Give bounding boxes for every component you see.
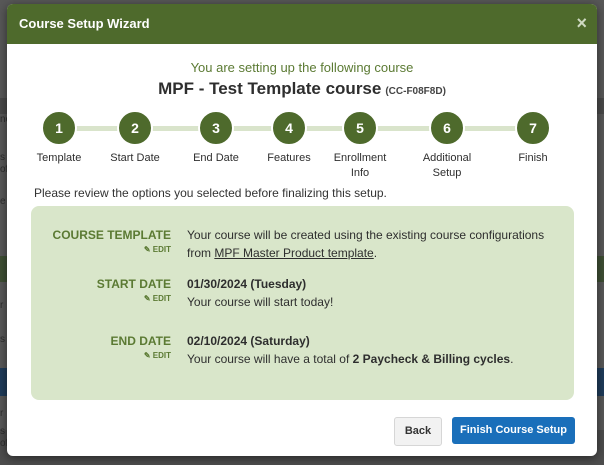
step-number: 6 xyxy=(429,110,465,146)
back-button[interactable]: Back xyxy=(394,417,442,446)
end-date-key: END DATE ✎ EDIT xyxy=(31,334,171,360)
background-text: r xyxy=(0,300,4,311)
step-label: Features xyxy=(267,152,311,164)
billing-cycles: 2 Paycheck & Billing cycles xyxy=(352,352,511,366)
close-icon[interactable]: × xyxy=(576,13,587,33)
step-number: 2 xyxy=(117,110,153,146)
end-date-value: 02/10/2024 (Saturday) Your course will h… xyxy=(187,332,557,368)
course-name: MPF - Test Template course xyxy=(158,79,382,98)
step-number: 1 xyxy=(41,110,77,146)
end-date-text: Your course will have a total of xyxy=(187,352,353,366)
step-label: Enrollment Info xyxy=(333,152,387,179)
start-date-key: START DATE ✎ EDIT xyxy=(31,277,171,303)
edit-end-date-link[interactable]: ✎ EDIT xyxy=(31,351,171,360)
step-number: 4 xyxy=(271,110,307,146)
modal-title: Course Setup Wizard xyxy=(19,16,150,31)
step-label: Finish xyxy=(518,152,548,164)
step-finish[interactable]: 7 Finish xyxy=(493,110,573,166)
background-text: s xyxy=(0,426,5,437)
review-note: Please review the options you selected b… xyxy=(34,186,387,200)
template-text-end: . xyxy=(373,246,378,260)
course-setup-modal: Course Setup Wizard × You are setting up… xyxy=(7,4,597,456)
start-date: 01/30/2024 (Tuesday) xyxy=(187,277,307,291)
step-start-date[interactable]: 2 Start Date xyxy=(95,110,175,166)
course-code: (CC-F08F8D) xyxy=(385,86,446,97)
background-text: e xyxy=(0,196,6,207)
background-text: s xyxy=(0,152,5,163)
step-label: End Date xyxy=(193,152,239,164)
step-number: 3 xyxy=(198,110,234,146)
step-number: 7 xyxy=(515,110,551,146)
step-additional-setup[interactable]: 6 Additional Setup xyxy=(407,110,487,181)
edit-template-link[interactable]: ✎ EDIT xyxy=(31,245,171,254)
step-features[interactable]: 4 Features xyxy=(249,110,329,166)
setup-summary-panel: COURSE TEMPLATE ✎ EDIT Your course will … xyxy=(31,206,574,400)
background-text: r xyxy=(0,408,4,419)
start-date-label: START DATE xyxy=(96,277,171,291)
background-text: s xyxy=(0,334,5,345)
start-date-text: Your course will start today! xyxy=(187,295,334,309)
step-label: Additional Setup xyxy=(422,152,472,179)
modal-header: Course Setup Wizard × xyxy=(7,4,597,44)
intro-text: You are setting up the following course xyxy=(190,60,414,75)
course-title: MPF - Test Template course (CC-F08F8D) xyxy=(7,79,597,99)
edit-start-date-link[interactable]: ✎ EDIT xyxy=(31,294,171,303)
step-label: Template xyxy=(36,152,82,164)
end-date-label: END DATE xyxy=(110,334,171,348)
end-date-text-end: . xyxy=(510,352,514,366)
course-template-value: Your course will be created using the ex… xyxy=(187,226,557,262)
course-template-key: COURSE TEMPLATE ✎ EDIT xyxy=(31,228,171,254)
end-date: 02/10/2024 (Saturday) xyxy=(187,334,310,348)
step-label: Start Date xyxy=(110,152,160,164)
step-number: 5 xyxy=(342,110,378,146)
course-template-label: COURSE TEMPLATE xyxy=(52,228,171,242)
finish-course-setup-button[interactable]: Finish Course Setup xyxy=(452,417,575,444)
step-end-date[interactable]: 3 End Date xyxy=(176,110,256,166)
start-date-value: 01/30/2024 (Tuesday) Your course will st… xyxy=(187,275,557,311)
template-link[interactable]: MPF Master Product template xyxy=(214,246,373,260)
step-enrollment-info[interactable]: 5 Enrollment Info xyxy=(320,110,400,181)
step-template[interactable]: 1 Template xyxy=(19,110,99,166)
